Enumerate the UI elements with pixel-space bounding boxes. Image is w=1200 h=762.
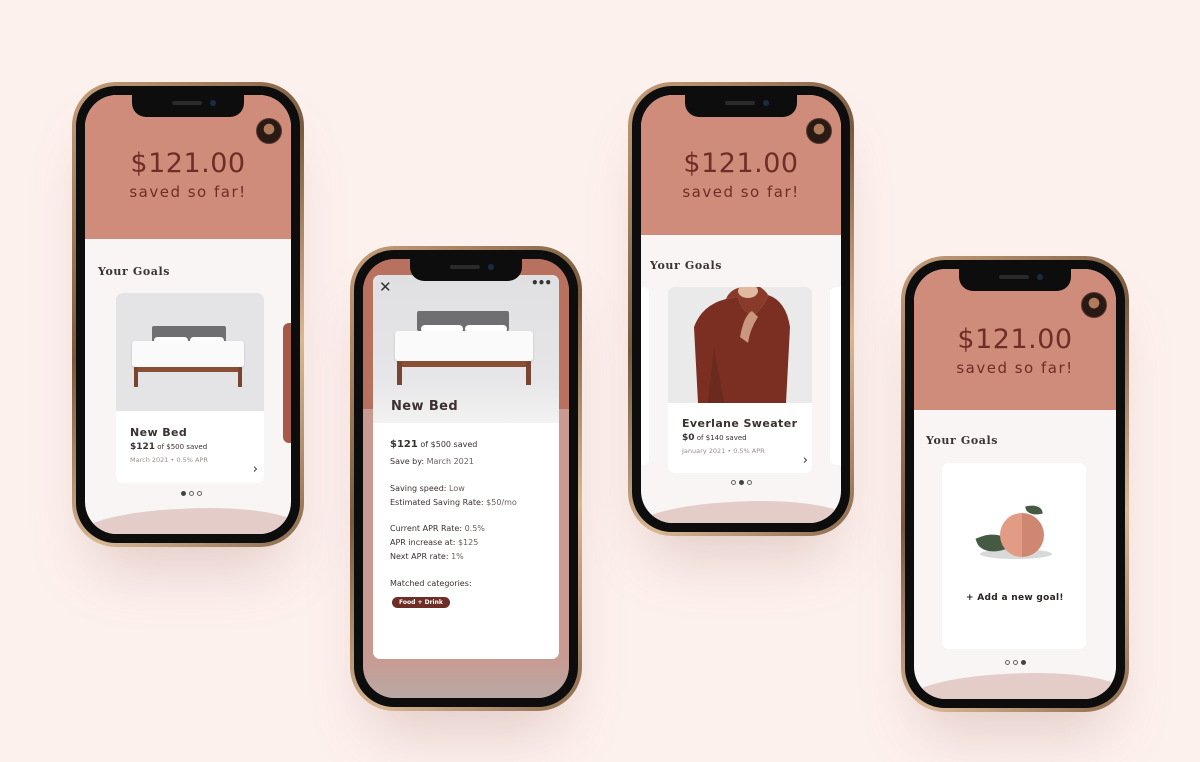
goal-progress: $0 of $140 saved xyxy=(682,433,747,443)
add-goal-button[interactable]: + Add a new goal! xyxy=(966,593,1064,603)
bottom-wave xyxy=(85,508,291,534)
notch xyxy=(959,269,1071,291)
goal-meta: March 2021 • 0.5% APR xyxy=(130,456,208,464)
notch xyxy=(132,95,244,117)
save-by-label: Save by: xyxy=(390,457,425,466)
phone-bezel: $121.00 saved so far! Your Goals xyxy=(76,86,300,543)
next-apr-value: 1% xyxy=(451,552,464,561)
phone-screen: $121.00 saved so far! Your Goals + Add a… xyxy=(914,269,1116,699)
carousel-dot[interactable] xyxy=(731,480,736,485)
phone-bezel: $121.00 saved so far! Your Goals + Add a… xyxy=(905,260,1125,708)
phone-goals-overview: $121.00 saved so far! Your Goals New Bed… xyxy=(72,82,304,547)
carousel-dots xyxy=(1005,660,1026,665)
more-icon[interactable]: ••• xyxy=(531,276,552,290)
save-by-value: March 2021 xyxy=(426,457,474,466)
speed-value: Low xyxy=(449,484,465,493)
carousel-dot[interactable] xyxy=(1005,660,1010,665)
carousel-dots xyxy=(731,480,752,485)
notch xyxy=(410,259,522,281)
bottom-wave xyxy=(914,673,1116,699)
close-icon[interactable]: ✕ xyxy=(379,278,392,296)
avatar[interactable] xyxy=(806,118,832,144)
detail-categories-label: Matched categories: xyxy=(390,579,472,588)
phone-bezel: $121.00 saved so far! Your Goals xyxy=(632,86,850,532)
increase-label: APR increase at: xyxy=(390,538,456,547)
goals-title: Your Goals xyxy=(926,434,999,447)
phone-screen: $121.00 saved so far! Your Goals xyxy=(85,95,291,534)
phone-add-goal: $121.00 saved so far! Your Goals + Add a… xyxy=(901,256,1129,712)
detail-save-by: Save by: March 2021 xyxy=(390,457,474,466)
speed-label: Saving speed: xyxy=(390,484,447,493)
add-goal-card[interactable]: + Add a new goal! xyxy=(942,463,1086,649)
avatar[interactable] xyxy=(256,118,282,144)
detail-progress-amount: $121 xyxy=(390,439,418,450)
detail-apr: Current APR Rate: 0.5% xyxy=(390,524,485,533)
phone-screen: $121.00 saved so far! Your Goals xyxy=(641,95,841,523)
goals-title: Your Goals xyxy=(650,259,723,272)
detail-title: New Bed xyxy=(391,399,459,414)
chevron-right-icon[interactable]: › xyxy=(803,453,808,468)
goals-title: Your Goals xyxy=(98,265,171,278)
goal-progress-rest: of $500 saved xyxy=(157,443,208,451)
avatar[interactable] xyxy=(1081,292,1107,318)
detail-next-apr: Next APR rate: 1% xyxy=(390,552,464,561)
phone-goals-sweater: $121.00 saved so far! Your Goals Everlan… xyxy=(628,82,854,536)
saved-label: saved so far! xyxy=(682,183,800,201)
carousel-dots xyxy=(181,491,202,496)
saved-amount: $121.00 xyxy=(130,148,246,179)
prev-card-peek[interactable] xyxy=(641,287,649,465)
detail-rate: Estimated Saving Rate: $50/mo xyxy=(390,498,517,507)
bed-illustration xyxy=(132,323,248,393)
carousel-dot[interactable] xyxy=(189,491,194,496)
phone-goal-detail: ✕ ••• New Bed $121 of $500 saved Save by… xyxy=(350,246,582,711)
increase-value: $125 xyxy=(457,538,479,547)
rate-value: $50/mo xyxy=(486,498,517,507)
carousel-dot[interactable] xyxy=(197,491,202,496)
next-apr-label: Next APR rate: xyxy=(390,552,449,561)
goal-title: Everlane Sweater xyxy=(682,417,798,430)
saved-label: saved so far! xyxy=(956,359,1074,377)
next-card-peek[interactable] xyxy=(283,323,291,443)
saved-amount: $121.00 xyxy=(957,324,1073,355)
goal-title: New Bed xyxy=(130,426,188,439)
carousel-dot[interactable] xyxy=(1021,660,1026,665)
sweater-illustration xyxy=(668,287,812,403)
goal-meta: January 2021 • 0.5% APR xyxy=(682,447,765,455)
carousel-dot[interactable] xyxy=(181,491,186,496)
goal-card[interactable]: Everlane Sweater $0 of $140 saved Januar… xyxy=(668,287,812,473)
goal-image-sweater xyxy=(668,287,812,403)
goal-card[interactable]: New Bed $121 of $500 saved March 2021 • … xyxy=(116,293,264,483)
apr-label: Current APR Rate: xyxy=(390,524,463,533)
rate-label: Estimated Saving Rate: xyxy=(390,498,484,507)
detail-progress-rest: of $500 saved xyxy=(420,440,478,449)
bottom-fade xyxy=(363,658,569,698)
bottom-wave xyxy=(641,501,841,523)
notch xyxy=(685,95,797,117)
next-card-peek[interactable] xyxy=(830,287,841,465)
detail-speed: Saving speed: Low xyxy=(390,484,465,493)
goal-image-bed xyxy=(116,293,264,411)
detail-increase: APR increase at: $125 xyxy=(390,538,478,547)
bed-illustration xyxy=(395,309,535,389)
goal-progress-amount: $0 xyxy=(682,433,695,443)
carousel-dot[interactable] xyxy=(1013,660,1018,665)
saved-label: saved so far! xyxy=(129,183,247,201)
saved-amount: $121.00 xyxy=(683,148,799,179)
apr-value: 0.5% xyxy=(464,524,485,533)
carousel-dot[interactable] xyxy=(747,480,752,485)
carousel-dot[interactable] xyxy=(739,480,744,485)
chevron-right-icon[interactable]: › xyxy=(253,462,258,477)
goal-progress-amount: $121 xyxy=(130,442,156,452)
detail-progress: $121 of $500 saved xyxy=(390,439,477,450)
phone-screen: ✕ ••• New Bed $121 of $500 saved Save by… xyxy=(363,259,569,698)
goal-detail-panel: ✕ ••• New Bed $121 of $500 saved Save by… xyxy=(373,275,559,659)
goal-progress: $121 of $500 saved xyxy=(130,442,207,452)
goal-progress-rest: of $140 saved xyxy=(696,434,747,442)
category-tag[interactable]: Food + Drink xyxy=(392,597,450,608)
phone-bezel: ✕ ••• New Bed $121 of $500 saved Save by… xyxy=(354,250,578,707)
peach-illustration xyxy=(975,503,1054,565)
